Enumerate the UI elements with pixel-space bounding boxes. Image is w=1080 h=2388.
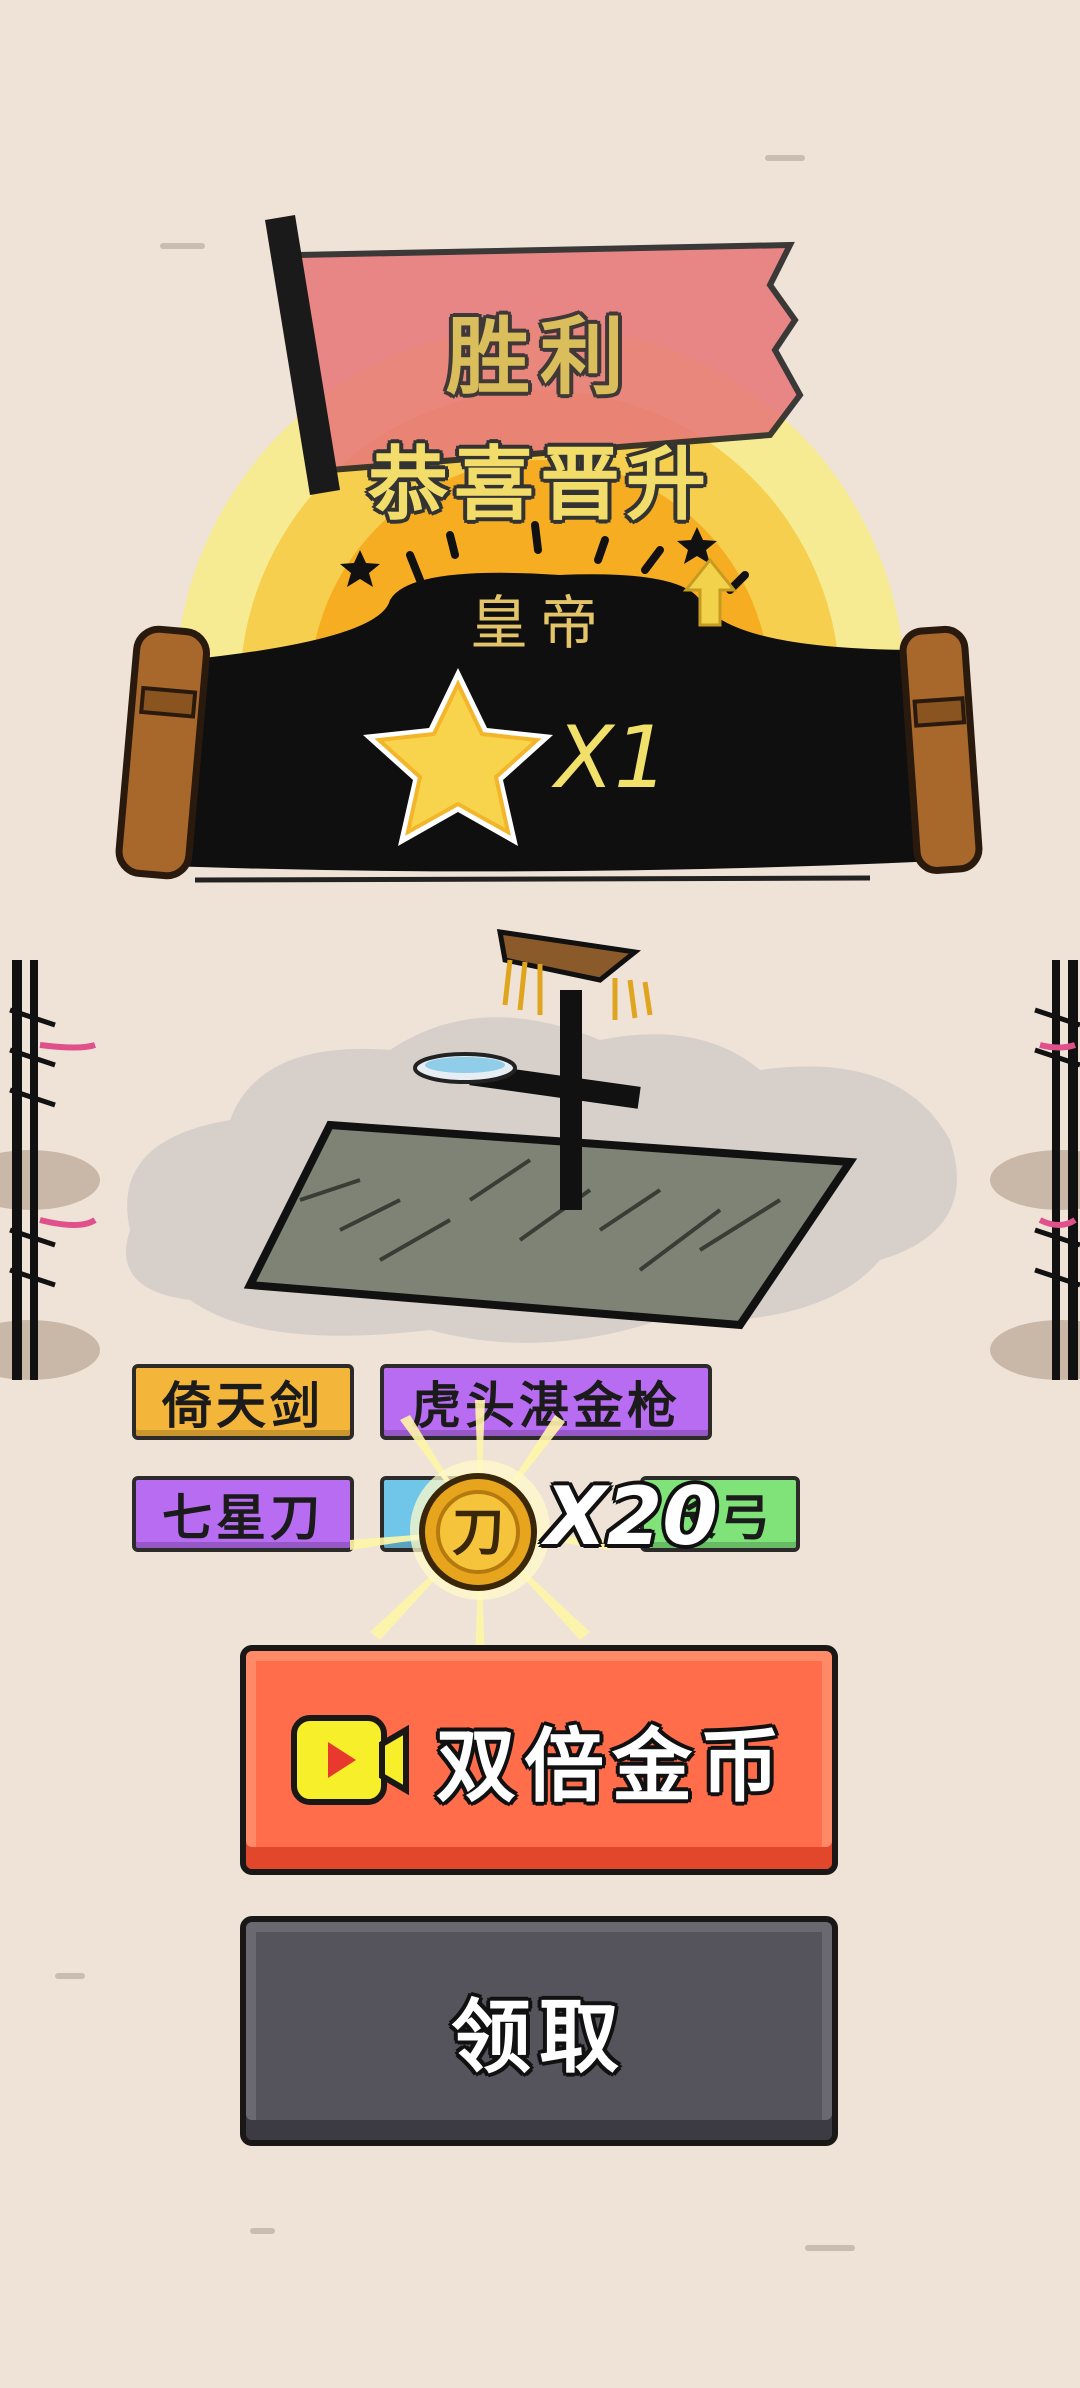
weapon-tag: 七星刀 [132, 1476, 354, 1552]
video-icon [291, 1715, 409, 1805]
side-rack-right [990, 960, 1080, 1380]
background-mark [55, 1973, 85, 1979]
claim-label: 领取 [451, 1990, 627, 2084]
scroll-rod-right [899, 625, 983, 874]
side-rack-left [0, 960, 100, 1380]
weapon-rack-scene [0, 929, 1080, 1380]
double-coins-button[interactable]: 双倍金币 [240, 1645, 838, 1875]
star-reward-count: X1 [555, 708, 669, 808]
background-mark [250, 2228, 275, 2234]
coin-glyph: 刀 [451, 1502, 504, 1563]
promotion-title: 恭喜晋升 [368, 437, 712, 531]
rank-name: 皇帝 [469, 589, 610, 657]
coin-reward-amount: X20 [545, 1470, 719, 1563]
claim-button[interactable]: 领取 [240, 1916, 838, 2146]
rack-mat [243, 1120, 858, 1330]
double-coins-label: 双倍金币 [436, 1719, 788, 1813]
background-mark [805, 2245, 855, 2251]
victory-title: 胜利 [445, 307, 634, 406]
weapon-tag: 倚天剑 [132, 1364, 354, 1440]
